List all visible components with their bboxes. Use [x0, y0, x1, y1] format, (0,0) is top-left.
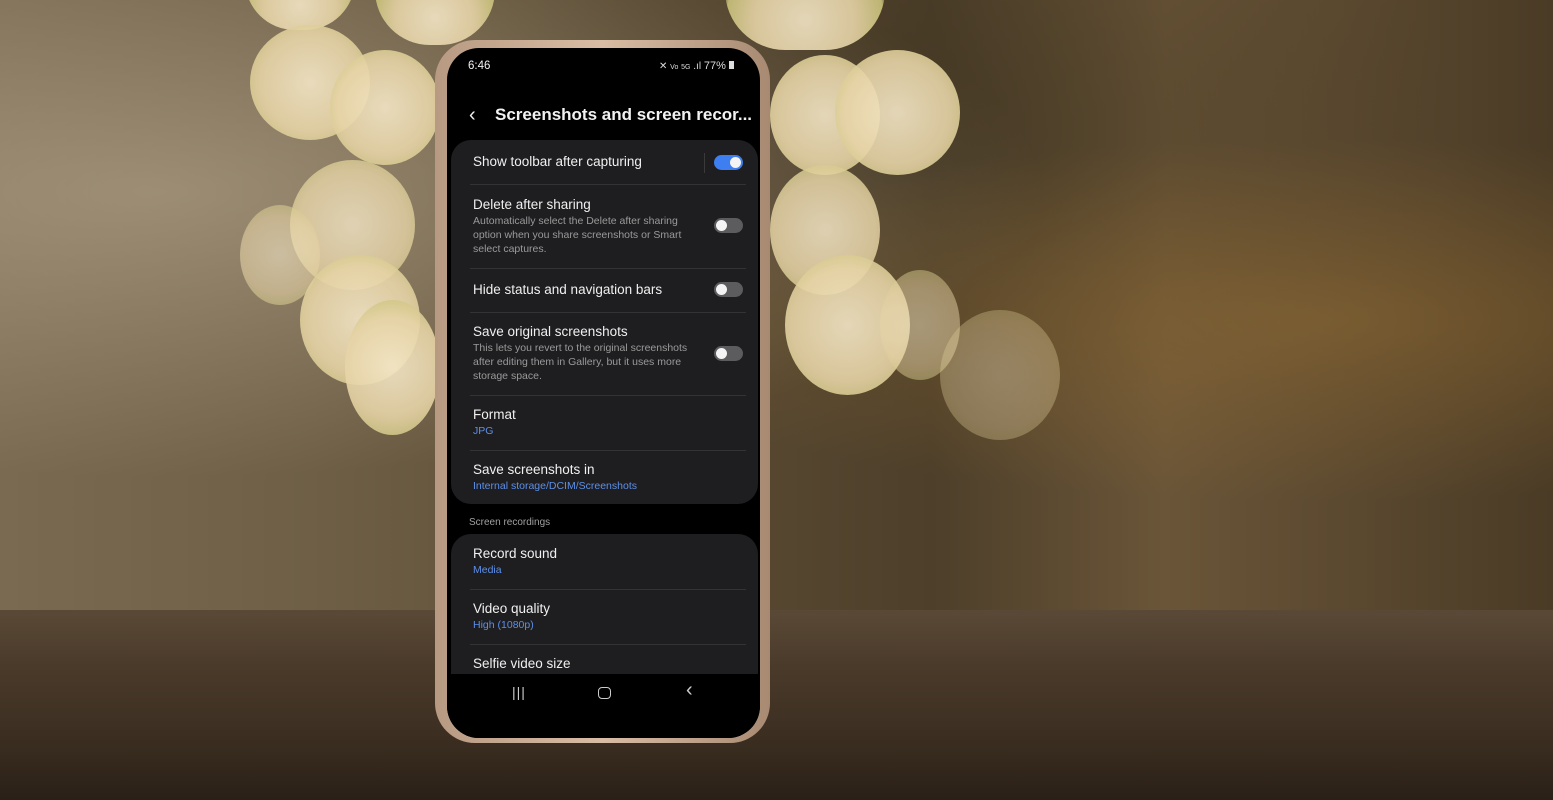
setting-value: High (1080p) — [473, 619, 534, 631]
page-title: Screenshots and screen recor... — [495, 105, 753, 124]
back-icon[interactable]: ‹ — [686, 679, 693, 702]
divider — [470, 312, 746, 313]
divider — [470, 395, 746, 396]
setting-subtitle: This lets you revert to the original scr… — [473, 342, 688, 382]
divider — [470, 589, 746, 590]
signal-icon: .ıl — [693, 61, 702, 72]
setting-value: Media — [473, 564, 502, 576]
setting-value: Internal storage/DCIM/Screenshots — [473, 480, 637, 492]
phone-screen: 6:46 ✕ Vo 5G .ıl 77% ‹ Screenshots and s… — [447, 48, 760, 738]
setting-title: Delete after sharing — [473, 197, 591, 212]
setting-subtitle: Automatically select the Delete after sh… — [473, 215, 682, 255]
setting-title: Record sound — [473, 546, 558, 561]
battery-percent: 77% — [703, 60, 726, 72]
delete-after-sharing-toggle[interactable] — [714, 218, 743, 233]
divider — [470, 268, 746, 269]
home-icon[interactable] — [598, 687, 611, 699]
setting-title: Hide status and navigation bars — [473, 282, 663, 297]
screenshots-card: Show toolbar after capturing Delete afte… — [451, 140, 758, 504]
recents-icon[interactable]: ||| — [512, 684, 526, 700]
divider — [470, 644, 746, 645]
setting-value: JPG — [473, 425, 494, 437]
show-toolbar-toggle[interactable] — [714, 155, 743, 170]
setting-title: Save original screenshots — [473, 324, 628, 339]
setting-title: Show toolbar after capturing — [473, 154, 642, 169]
divider — [470, 450, 746, 451]
status-icons: ✕ Vo 5G .ıl 77% — [659, 60, 734, 72]
setting-title: Video quality — [473, 601, 551, 616]
status-time: 6:46 — [468, 60, 491, 72]
divider — [470, 184, 746, 185]
volte-icon: Vo — [670, 64, 679, 71]
navigation-bar: ||| ‹ — [447, 674, 760, 738]
battery-icon — [728, 61, 734, 69]
setting-title: Format — [473, 407, 516, 422]
hide-bars-toggle[interactable] — [714, 282, 743, 297]
wooden-table — [0, 610, 1553, 800]
setting-title: Save screenshots in — [473, 462, 595, 477]
divider-vertical — [704, 153, 705, 173]
back-button[interactable]: ‹ — [469, 104, 476, 127]
mute-icon: ✕ — [659, 61, 668, 72]
setting-title: Selfie video size — [473, 656, 571, 671]
section-label: Screen recordings — [469, 517, 551, 528]
5g-icon: 5G — [681, 64, 691, 71]
save-original-toggle[interactable] — [714, 346, 743, 361]
